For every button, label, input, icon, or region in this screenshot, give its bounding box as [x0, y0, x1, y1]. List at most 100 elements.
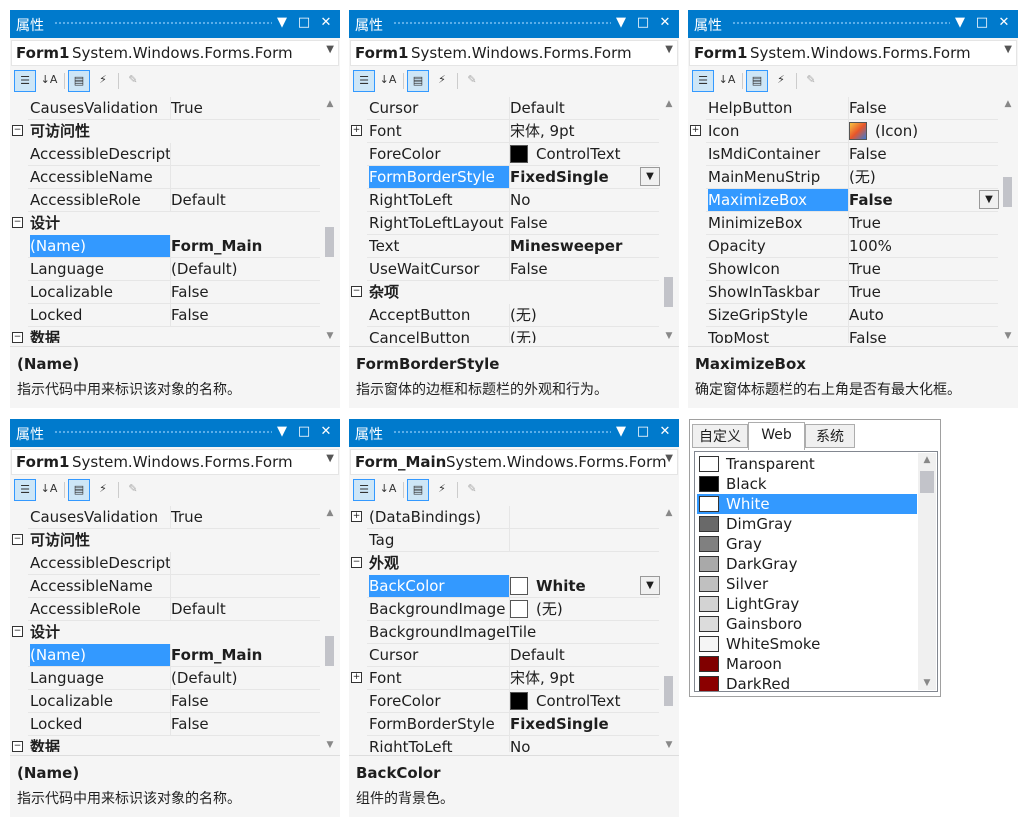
properties-icon[interactable]: ▤ — [68, 70, 90, 92]
property-value[interactable] — [170, 143, 321, 165]
maximize-icon[interactable]: □ — [635, 423, 651, 441]
property-row[interactable]: AccessibleName — [10, 166, 320, 189]
property-value[interactable]: Form_Main — [170, 644, 321, 666]
grid-scrollbar[interactable]: ▲ ▼ — [324, 97, 336, 343]
alphabetical-icon[interactable]: ↓A — [377, 479, 399, 501]
scroll-thumb[interactable] — [664, 277, 673, 307]
properties-icon[interactable]: ▤ — [746, 70, 768, 92]
property-row[interactable]: ShowInTaskbar True — [688, 281, 998, 304]
property-value[interactable]: True — [848, 281, 999, 303]
property-row[interactable]: CausesValidation True — [10, 506, 320, 529]
property-row[interactable]: Language (Default) — [10, 667, 320, 690]
property-value[interactable]: Auto — [848, 304, 999, 326]
events-icon[interactable]: ⚡ — [770, 70, 792, 92]
property-row[interactable]: Cursor Default — [349, 644, 659, 667]
property-row[interactable]: Localizable False — [10, 281, 320, 304]
property-value[interactable]: ControlText — [509, 143, 660, 165]
property-value[interactable]: 宋体, 9pt — [509, 120, 660, 142]
color-item[interactable]: Gainsboro — [697, 614, 917, 634]
scroll-down-icon[interactable]: ▼ — [324, 331, 336, 341]
property-row[interactable]: AccessibleDescript — [10, 552, 320, 575]
dropdown-button[interactable]: ▼ — [640, 167, 660, 186]
close-icon[interactable]: ✕ — [318, 423, 334, 441]
drag-grip[interactable] — [54, 430, 272, 435]
category-row[interactable]: − 数据 — [10, 736, 320, 752]
collapse-icon[interactable]: − — [12, 332, 23, 343]
property-value[interactable]: True — [848, 212, 999, 234]
drag-grip[interactable] — [54, 21, 272, 26]
property-value[interactable]: False ▼ — [848, 189, 999, 211]
dropdown-button[interactable]: ▼ — [640, 576, 660, 595]
expand-icon[interactable]: + — [351, 511, 362, 522]
property-row[interactable]: FormBorderStyle FixedSingle — [349, 713, 659, 736]
window-position-icon[interactable]: ▼ — [613, 423, 629, 441]
object-selector[interactable]: Form1 System.Windows.Forms.Form ▼ — [350, 40, 678, 66]
maximize-icon[interactable]: □ — [296, 423, 312, 441]
property-value[interactable]: True — [170, 506, 321, 528]
property-row[interactable]: MainMenuStrip (无) — [688, 166, 998, 189]
property-row[interactable]: RightToLeft No — [349, 189, 659, 212]
property-pages-icon[interactable]: ✎ — [461, 70, 483, 92]
property-row[interactable]: (Name) Form_Main — [10, 644, 320, 667]
chevron-down-icon[interactable]: ▼ — [326, 453, 334, 464]
color-item[interactable]: Gray — [697, 534, 917, 554]
property-value[interactable]: False — [170, 713, 321, 735]
property-row[interactable]: FormBorderStyle FixedSingle ▼ — [349, 166, 660, 189]
events-icon[interactable]: ⚡ — [92, 70, 114, 92]
collapse-icon[interactable]: − — [12, 217, 23, 228]
categorized-icon[interactable]: ☰ — [353, 479, 375, 501]
categorized-icon[interactable]: ☰ — [14, 70, 36, 92]
alphabetical-icon[interactable]: ↓A — [716, 70, 738, 92]
object-selector[interactable]: Form1 System.Windows.Forms.Form ▼ — [11, 449, 339, 475]
property-row[interactable]: AcceptButton (无) — [349, 304, 659, 327]
property-value[interactable]: No — [509, 736, 660, 752]
property-row[interactable]: + Font 宋体, 9pt — [349, 120, 659, 143]
property-value[interactable]: False — [848, 143, 999, 165]
scroll-down-icon[interactable]: ▼ — [663, 740, 675, 750]
property-row[interactable]: RightToLeftLayout False — [349, 212, 659, 235]
properties-icon[interactable]: ▤ — [407, 479, 429, 501]
drag-grip[interactable] — [393, 21, 611, 26]
scroll-thumb[interactable] — [1003, 177, 1012, 207]
property-value[interactable]: (Default) — [170, 667, 321, 689]
category-row[interactable]: − 数据 — [10, 327, 320, 343]
pane-titlebar[interactable]: 属性 ▼ □ ✕ — [349, 419, 679, 447]
scroll-thumb[interactable] — [325, 227, 334, 257]
property-row[interactable]: BackgroundImageLayoutTile — [349, 621, 659, 644]
scroll-down-icon[interactable]: ▼ — [663, 331, 675, 341]
color-list-scrollbar[interactable]: ▲ ▼ — [918, 453, 936, 690]
property-value[interactable]: Tile — [509, 621, 660, 643]
property-row[interactable]: Locked False — [10, 304, 320, 327]
chevron-down-icon[interactable]: ▼ — [665, 453, 673, 464]
scroll-thumb[interactable] — [920, 471, 934, 493]
property-pages-icon[interactable]: ✎ — [461, 479, 483, 501]
property-value[interactable]: False — [509, 212, 660, 234]
scroll-up-icon[interactable]: ▲ — [921, 455, 933, 465]
pane-titlebar[interactable]: 属性 ▼ □ ✕ — [10, 419, 340, 447]
properties-icon[interactable]: ▤ — [68, 479, 90, 501]
property-row[interactable]: UseWaitCursor False — [349, 258, 659, 281]
property-value[interactable]: (无) — [509, 327, 660, 343]
property-row[interactable]: TopMost False — [688, 327, 998, 343]
drag-grip[interactable] — [393, 430, 611, 435]
property-row[interactable]: (Name) Form_Main — [10, 235, 320, 258]
color-item[interactable]: WhiteSmoke — [697, 634, 917, 654]
property-value[interactable]: (Icon) — [848, 120, 999, 142]
close-icon[interactable]: ✕ — [657, 14, 673, 32]
property-value[interactable]: False — [170, 690, 321, 712]
collapse-icon[interactable]: − — [351, 286, 362, 297]
color-item[interactable]: Black — [697, 474, 917, 494]
color-item[interactable]: Silver — [697, 574, 917, 594]
expand-icon[interactable]: + — [351, 672, 362, 683]
property-value[interactable]: No — [509, 189, 660, 211]
property-value[interactable] — [170, 575, 321, 597]
property-value[interactable]: Default — [170, 598, 321, 620]
property-value[interactable]: True — [170, 97, 321, 119]
color-item[interactable]: White — [697, 494, 917, 514]
scroll-thumb[interactable] — [325, 636, 334, 666]
dropdown-button[interactable]: ▼ — [979, 190, 999, 209]
color-item[interactable]: Maroon — [697, 654, 917, 674]
color-item[interactable]: Transparent — [697, 454, 917, 474]
property-row[interactable]: Opacity 100% — [688, 235, 998, 258]
property-row[interactable]: ForeColor ControlText — [349, 690, 659, 713]
